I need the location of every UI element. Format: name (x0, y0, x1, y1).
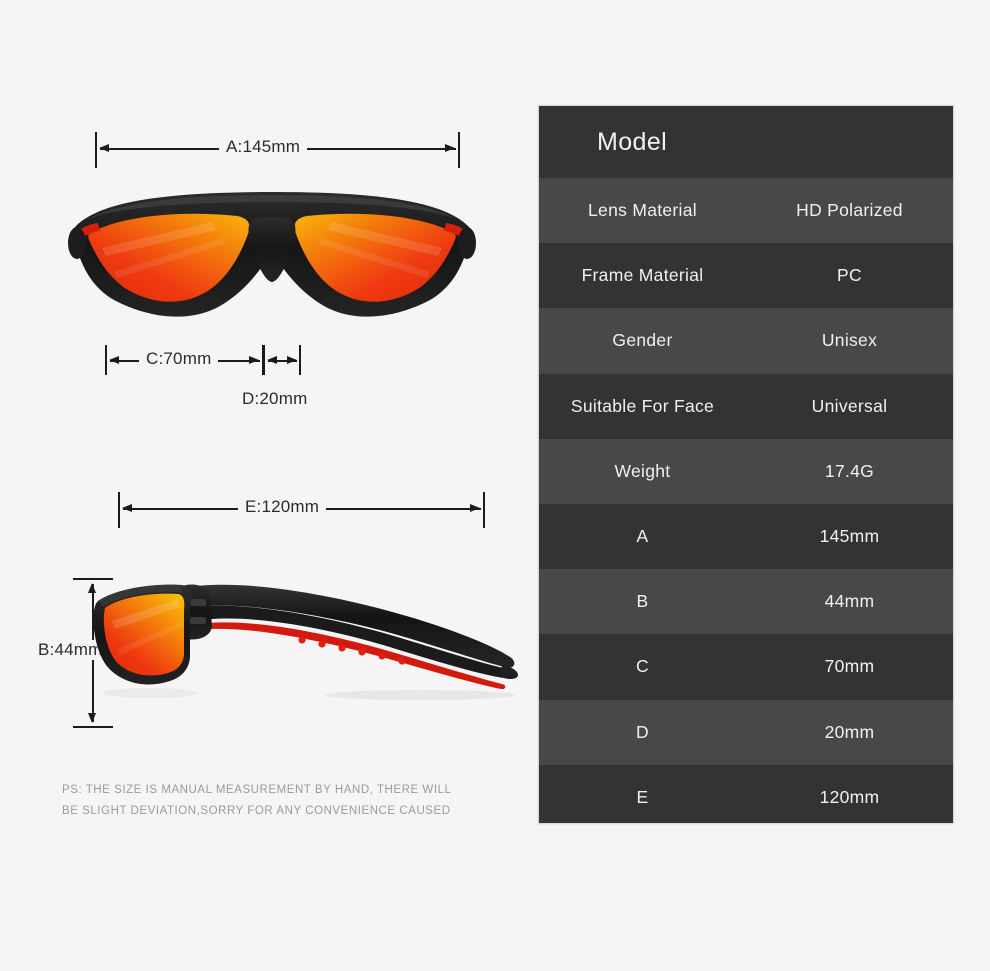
dimension-a-left-cap (95, 132, 97, 168)
dimension-e-left-cap (118, 492, 120, 528)
table-cell-value: Universal (811, 395, 888, 416)
dimension-e-right-cap (483, 492, 485, 528)
table-row: Lens Material HD Polarized (539, 178, 953, 244)
dimension-d-left-cap (263, 345, 265, 375)
table-body: Lens Material HD Polarized Frame Material P… (539, 178, 953, 823)
table-row: Weight 17.4G (539, 438, 953, 504)
dimension-e-arrow-right (470, 504, 480, 513)
table-cell-value: 70mm (824, 656, 875, 677)
table-cell-key: D (636, 721, 649, 742)
table-row: C 70mm (539, 634, 953, 700)
sunglasses-front-view (62, 186, 482, 336)
table-cell-value: 17.4G (824, 460, 875, 481)
dimension-a-group: A:145mm (95, 132, 470, 172)
dimension-d-group: D:20mm (235, 345, 353, 415)
table-row: Suitable For Face Universal (539, 373, 953, 439)
dimension-e-arrow-left (122, 504, 132, 513)
table-cell-value: Unisex (821, 330, 878, 351)
table-row: Gender Unisex (539, 308, 953, 374)
dimension-e-label: E:120mm (238, 497, 327, 517)
dimension-c-left-cap (105, 345, 107, 375)
dimension-a-label: A:145mm (219, 137, 308, 157)
dimension-a-arrow-left (99, 144, 109, 153)
dimension-d-arrow-right (287, 356, 297, 365)
dimension-d-right-cap (299, 345, 301, 375)
dimension-c-arrow-right (249, 356, 259, 365)
table-header-label: Model (597, 127, 668, 156)
dimension-c-arrow-left (109, 356, 119, 365)
disclaimer-line-2: BE SLIGHT DEVIATION,SORRY FOR ANY CONVEN… (62, 805, 451, 817)
dimension-b-bottom-cap (73, 726, 113, 728)
table-cell-key: Frame Material (581, 265, 704, 286)
table-cell-value: 44mm (824, 591, 875, 612)
table-cell-value: HD Polarized (796, 200, 903, 221)
table-cell-key: C (636, 656, 649, 677)
specification-table: Model Lens Material HD Polarized Frame Mat… (538, 105, 954, 824)
table-cell-key: Suitable For Face (570, 395, 715, 416)
table-cell-key: B (636, 591, 649, 612)
table-cell-value: PC (837, 265, 862, 286)
dimension-a-arrow-right (445, 144, 455, 153)
measurement-disclaimer: PS: THE SIZE IS MANUAL MEASUREMENT BY HA… (62, 780, 482, 822)
dimension-d-arrow-left (267, 356, 277, 365)
table-cell-key: A (636, 526, 649, 547)
dimension-d-label: D:20mm (235, 389, 315, 409)
table-cell-key: E (636, 786, 649, 807)
table-cell-value: 120mm (819, 786, 880, 807)
dimension-e-group: E:120mm (118, 492, 498, 532)
sunglasses-side-view (90, 565, 520, 725)
product-spec-infographic: A:145mm C:70mm D:20mm E:120mm B:44mm PS:… (0, 0, 990, 971)
table-row: B 44mm (539, 569, 953, 635)
dimension-c-label: C:70mm (139, 349, 219, 369)
table-row: A 145mm (539, 503, 953, 570)
table-cell-key: Lens Material (588, 200, 697, 221)
table-cell-key: Weight (614, 460, 671, 481)
table-row: D 20mm (539, 699, 953, 765)
table-row: E 120mm (539, 764, 953, 823)
table-header-row: Model (539, 106, 953, 178)
table-row: Frame Material PC (539, 243, 953, 309)
disclaimer-line-1: PS: THE SIZE IS MANUAL MEASUREMENT BY HA… (62, 784, 452, 796)
table-cell-key: Gender (612, 330, 673, 351)
table-cell-value: 20mm (824, 721, 875, 742)
table-cell-value: 145mm (819, 526, 880, 547)
dimension-a-right-cap (458, 132, 460, 168)
